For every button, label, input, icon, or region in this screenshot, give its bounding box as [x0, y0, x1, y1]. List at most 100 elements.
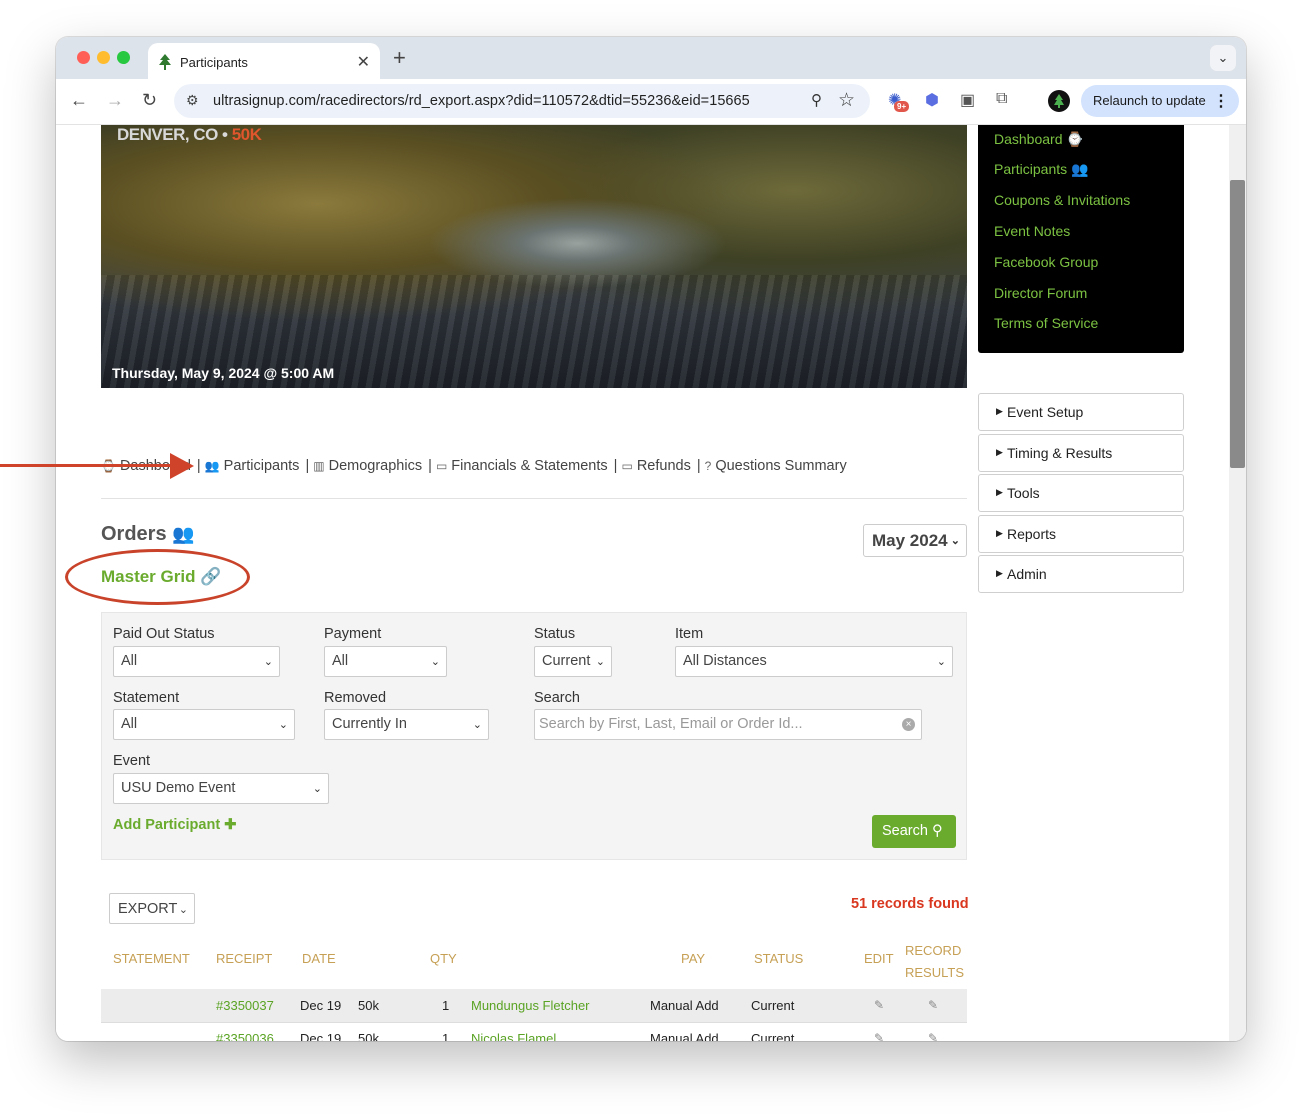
extensions-puzzle-icon[interactable]: ⧉: [996, 90, 1007, 108]
close-window-button[interactable]: [77, 51, 90, 64]
payment-label: Payment: [324, 626, 382, 642]
section-timing-results[interactable]: ▶ Timing & Results: [978, 434, 1184, 472]
plus-icon: ✚: [224, 817, 237, 833]
subnav-demographics[interactable]: Demographics: [329, 458, 423, 474]
users-icon: 👥: [1071, 161, 1089, 177]
extension-hex-icon[interactable]: ⬢: [925, 90, 939, 110]
record-results-icon[interactable]: ✎: [928, 998, 938, 1012]
search-label: Search: [534, 690, 580, 706]
header-status[interactable]: STATUS: [754, 951, 803, 966]
screenshot-extension-icon[interactable]: ▣: [960, 90, 975, 110]
scrollbar-thumb[interactable]: [1230, 180, 1245, 468]
chevron-down-icon: ⌄: [472, 719, 482, 731]
record-results-icon[interactable]: ✎: [928, 1031, 938, 1041]
close-tab-icon[interactable]: ✕: [357, 52, 370, 72]
reload-icon[interactable]: ↻: [142, 90, 157, 111]
removed-label: Removed: [324, 690, 387, 706]
subnav-financials[interactable]: Financials & Statements: [451, 458, 607, 474]
event-select[interactable]: USU Demo Event ⌄: [113, 773, 329, 804]
participant-name-link[interactable]: Nicolas Flamel: [471, 1031, 556, 1041]
sub-navigation: ⌚Dashboard | 👥Participants | ▥Demographi…: [101, 458, 849, 474]
subnav-refunds[interactable]: Refunds: [637, 458, 691, 474]
section-event-setup[interactable]: ▶ Event Setup: [978, 393, 1184, 431]
chevron-down-icon: ⌄: [278, 719, 288, 731]
add-participant-link[interactable]: Add Participant ✚: [113, 817, 236, 833]
payment-select[interactable]: All ⌄: [324, 646, 447, 677]
zoom-icon[interactable]: ⚲: [811, 91, 822, 109]
edit-icon[interactable]: ✎: [874, 1031, 884, 1041]
header-edit[interactable]: EDIT: [864, 951, 894, 966]
statement-select[interactable]: All ⌄: [113, 709, 295, 740]
export-select[interactable]: EXPORT ⌄: [109, 893, 195, 924]
tab-search-button[interactable]: ⌄: [1210, 45, 1236, 71]
paid-out-status-label: Paid Out Status: [113, 626, 215, 642]
edit-icon[interactable]: ✎: [874, 998, 884, 1012]
sidebar-item-participants[interactable]: Participants 👥: [994, 161, 1088, 178]
filter-panel: Paid Out Status All ⌄ Payment All ⌄ Stat…: [101, 612, 967, 860]
item-select[interactable]: All Distances ⌄: [675, 646, 953, 677]
tab-title: Participants: [180, 55, 248, 70]
subnav-questions[interactable]: Questions Summary: [715, 458, 846, 474]
hero-date: Thursday, May 9, 2024 @ 5:00 AM: [112, 365, 335, 381]
chevron-down-icon: ⌄: [430, 656, 440, 668]
removed-select[interactable]: Currently In ⌄: [324, 709, 489, 740]
receipt-link[interactable]: #3350036: [216, 1031, 274, 1041]
section-admin[interactable]: ▶ Admin: [978, 555, 1184, 593]
sidebar-item-facebook-group[interactable]: Facebook Group: [994, 254, 1098, 270]
header-date[interactable]: DATE: [302, 951, 336, 966]
tab-participants[interactable]: Participants ✕: [148, 43, 380, 79]
row-qty: 1: [442, 998, 450, 1013]
header-statement[interactable]: STATEMENT: [113, 951, 190, 966]
paid-out-status-select[interactable]: All ⌄: [113, 646, 280, 677]
sidebar-item-dashboard[interactable]: Dashboard ⌚: [994, 131, 1084, 148]
caret-right-icon: ▶: [996, 406, 1003, 416]
annotation-arrow: [0, 464, 172, 467]
row-distance: 50k: [358, 1031, 379, 1041]
page-title: Orders 👥: [101, 523, 195, 545]
clear-icon[interactable]: ×: [902, 718, 915, 731]
new-tab-icon[interactable]: +: [393, 45, 406, 71]
hero-distance: 50K: [231, 125, 262, 144]
extension-badge: 9+: [894, 101, 910, 112]
sidebar-item-coupons[interactable]: Coupons & Invitations: [994, 192, 1130, 208]
bookmark-star-icon[interactable]: ☆: [838, 89, 855, 112]
month-select[interactable]: May 2024 ⌄: [863, 524, 967, 557]
header-receipt[interactable]: RECEIPT: [216, 951, 272, 966]
subnav-participants[interactable]: Participants: [224, 458, 300, 474]
chevron-down-icon: ⌄: [263, 656, 273, 668]
forward-icon[interactable]: →: [106, 90, 124, 111]
site-settings-icon[interactable]: ⚙: [186, 92, 199, 109]
status-select[interactable]: Current ⌄: [534, 646, 612, 677]
annotation-circle: [65, 549, 250, 605]
money-icon: ▭: [621, 459, 633, 473]
sidebar-item-director-forum[interactable]: Director Forum: [994, 285, 1087, 301]
address-bar[interactable]: ⚙ ultrasignup.com/racedirectors/rd_expor…: [174, 84, 870, 118]
chevron-down-icon: ⌄: [950, 535, 960, 547]
participant-name-link[interactable]: Mundungus Fletcher: [471, 998, 590, 1013]
header-qty[interactable]: QTY: [430, 951, 457, 966]
browser-toolbar: ← → ↻ ⚙ ultrasignup.com/racedirectors/rd…: [56, 79, 1246, 125]
maximize-window-button[interactable]: [117, 51, 130, 64]
more-menu-icon[interactable]: ⋮: [1213, 91, 1229, 111]
relaunch-button[interactable]: Relaunch to update ⋮: [1081, 85, 1239, 117]
url-text[interactable]: ultrasignup.com/racedirectors/rd_export.…: [213, 93, 750, 109]
sidebar-item-terms[interactable]: Terms of Service: [994, 315, 1098, 331]
minimize-window-button[interactable]: [97, 51, 110, 64]
row-pay: Manual Add: [650, 998, 719, 1013]
sidebar-item-event-notes[interactable]: Event Notes: [994, 223, 1070, 239]
back-icon[interactable]: ←: [70, 90, 88, 111]
receipt-link[interactable]: #3350037: [216, 998, 274, 1013]
event-hero-image: DENVER, CO • 50K Thursday, May 9, 2024 @…: [101, 125, 967, 388]
profile-avatar[interactable]: [1048, 90, 1070, 112]
relaunch-label: Relaunch to update: [1093, 93, 1206, 108]
row-date: Dec 19: [300, 998, 342, 1013]
row-distance: 50k: [358, 998, 379, 1013]
divider: [101, 498, 967, 499]
section-tools[interactable]: ▶ Tools: [978, 474, 1184, 512]
search-button[interactable]: Search ⚲: [872, 815, 956, 848]
header-pay[interactable]: PAY: [681, 951, 705, 966]
search-input[interactable]: Search by First, Last, Email or Order Id…: [534, 709, 922, 740]
header-record-results[interactable]: RECORD RESULTS: [905, 940, 964, 984]
section-reports[interactable]: ▶ Reports: [978, 515, 1184, 553]
browser-window: Participants ✕ + ⌄ ← → ↻ ⚙ ultrasignup.c…: [56, 37, 1246, 1041]
